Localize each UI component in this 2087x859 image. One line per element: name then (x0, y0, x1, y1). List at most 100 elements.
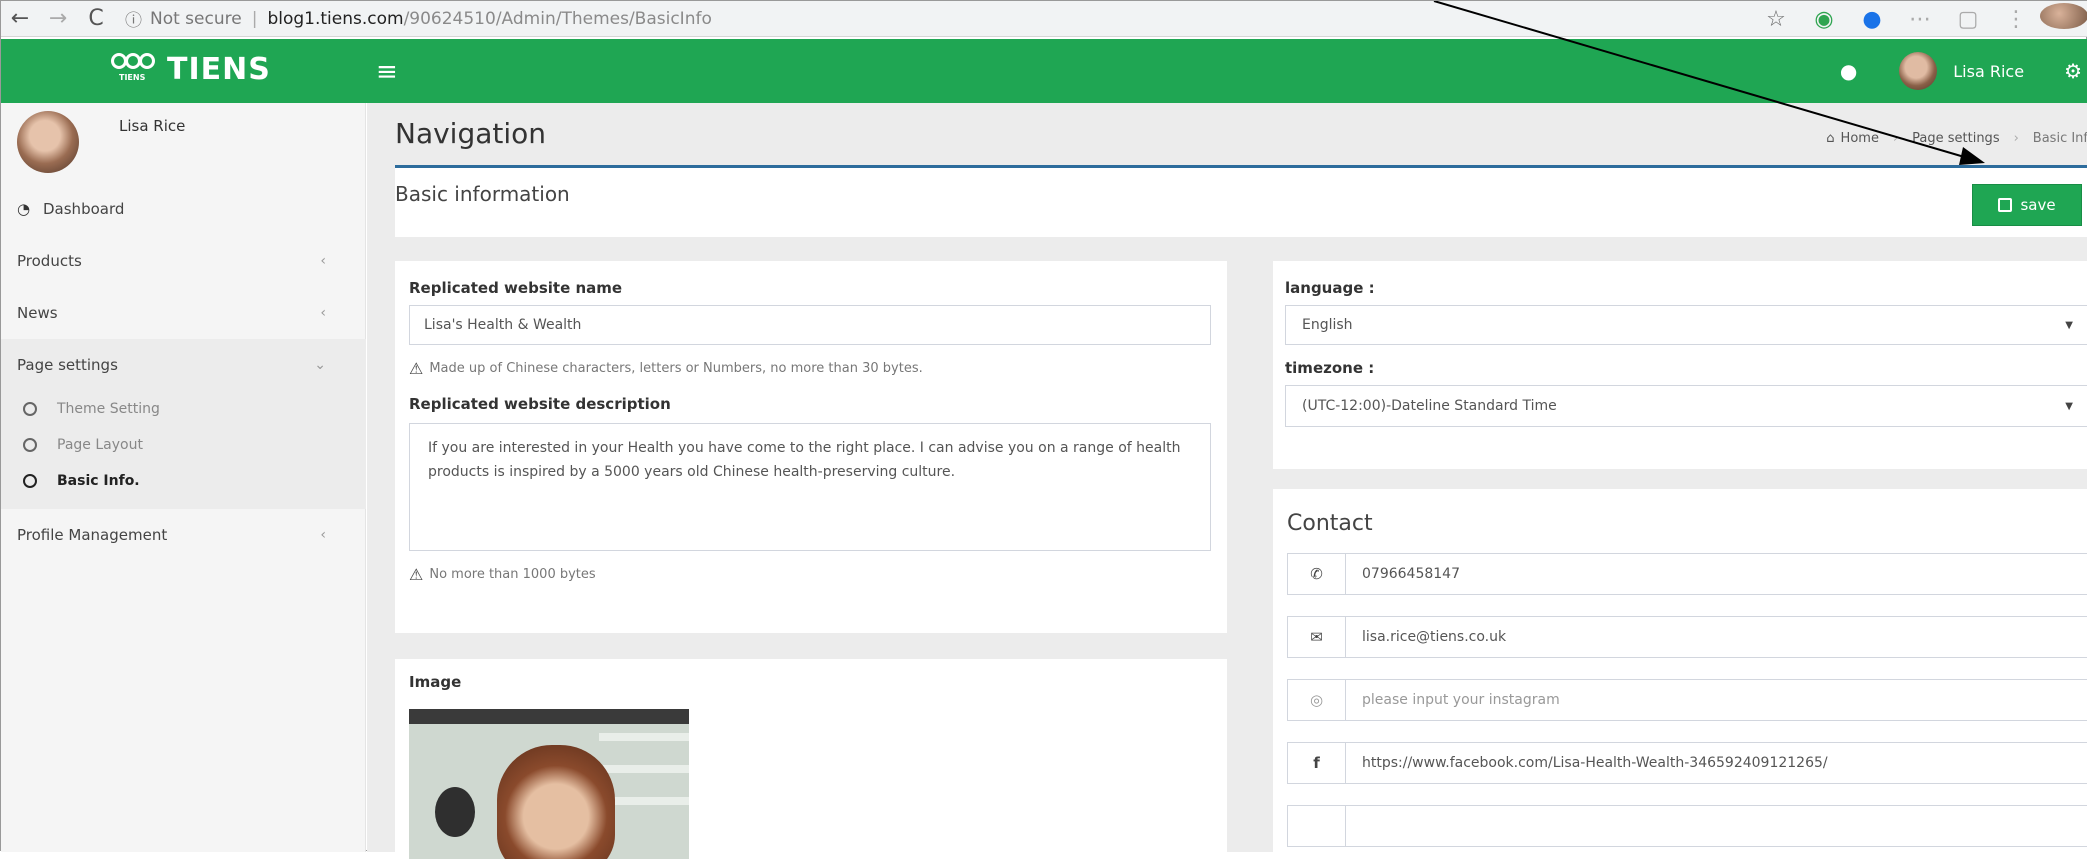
locale-panel: language : English ▼ timezone : (UTC-12:… (1273, 261, 2087, 469)
save-disk-icon (1998, 198, 2013, 212)
language-select[interactable]: English ▼ (1285, 305, 2087, 345)
phone-field[interactable]: ✆ 07966458147 (1287, 553, 2087, 595)
tiens-logo[interactable]: TIENS TIENS (111, 49, 271, 89)
header-avatar[interactable] (1899, 52, 1938, 90)
basic-information-box: Basic information save (395, 165, 2087, 237)
tiens-logo-mark: TIENS (111, 49, 159, 89)
instagram-field[interactable]: ◎ please input your instagram (1287, 679, 2087, 721)
sidebar-user-panel: Lisa Rice (1, 103, 366, 183)
page-settings-submenu: Theme Setting Page Layout Basic Info. (1, 391, 366, 509)
contact-extra-icon (1288, 806, 1346, 846)
circle-icon (23, 402, 37, 416)
image-label: Image (409, 673, 462, 691)
subitem-label: Theme Setting (57, 401, 160, 417)
settings-gear-icon[interactable]: ⚙ (2064, 59, 2082, 83)
site-name-input[interactable]: Lisa's Health & Wealth (409, 305, 1211, 345)
save-button[interactable]: save (1972, 184, 2082, 226)
dashboard-icon: ◔ (17, 200, 31, 218)
contact-panel: Contact ✆ 07966458147 ✉ lisa.rice@tiens.… (1273, 489, 2087, 859)
save-button-label: save (2020, 196, 2056, 214)
notification-icon[interactable]: ● (1840, 59, 1857, 83)
image-panel: Image (395, 659, 1227, 859)
circle-icon (23, 438, 37, 452)
reload-button[interactable]: C (77, 1, 115, 37)
sidebar-item-dashboard[interactable]: ◔ Dashboard (1, 183, 366, 235)
back-arrow-icon: ← (10, 6, 30, 31)
browser-toolbar: ← → C ⓘ Not secure | blog1.tiens.com /90… (1, 1, 2087, 37)
chevron-down-icon: ⌄ (314, 357, 326, 373)
sidebar-item-page-settings[interactable]: Page settings ⌄ (1, 339, 366, 391)
sidebar-item-label: News (17, 304, 58, 322)
circle-icon (23, 474, 37, 488)
timezone-value: (UTC-12:00)-Dateline Standard Time (1302, 398, 1557, 414)
chevron-left-icon: ‹ (320, 527, 326, 543)
contact-title: Contact (1287, 511, 1373, 536)
reload-icon: C (88, 6, 104, 31)
timezone-select[interactable]: (UTC-12:00)-Dateline Standard Time ▼ (1285, 385, 2087, 427)
facebook-field[interactable]: f https://www.facebook.com/Lisa-Health-W… (1287, 742, 2087, 784)
dropdown-caret-icon: ▼ (2065, 400, 2073, 412)
breadcrumb: ⌂ Home › Page settings › Basic Inf (1826, 131, 2087, 146)
forward-button[interactable]: → (39, 1, 77, 37)
warning-icon: ⚠ (409, 565, 424, 584)
site-name-hint: ⚠ Made up of Chinese characters, letters… (409, 359, 923, 378)
sidebar-item-label: Profile Management (17, 526, 168, 544)
language-label: language : (1285, 279, 1375, 297)
description-hint-text: No more than 1000 bytes (429, 567, 596, 582)
profile-avatar[interactable] (2040, 3, 2087, 35)
profile-image[interactable] (409, 709, 689, 859)
sidebar-item-label: Products (17, 252, 82, 270)
forward-arrow-icon: → (48, 6, 68, 31)
bookmark-star-icon[interactable]: ☆ (1752, 7, 1800, 32)
sidebar-subitem-basic-info[interactable]: Basic Info. (1, 463, 366, 499)
breadcrumb-current: Basic Inf (2032, 131, 2087, 146)
sidebar-item-label: Page settings (17, 356, 118, 374)
instagram-icon: ◎ (1288, 680, 1346, 720)
subitem-label: Basic Info. (57, 473, 140, 489)
app-header: TIENS TIENS ≡ ● Lisa Rice ⚙ (1, 39, 2087, 103)
sidebar-toggle-icon[interactable]: ≡ (376, 57, 398, 87)
sidebar-item-products[interactable]: Products ‹ (1, 235, 366, 287)
chevron-left-icon: ‹ (320, 305, 326, 321)
sidebar-subitem-page-layout[interactable]: Page Layout (1, 427, 366, 463)
phone-icon: ✆ (1288, 554, 1346, 594)
contact-field-extra[interactable] (1287, 805, 2087, 847)
logo-text: TIENS (167, 51, 271, 87)
skype-icon[interactable]: ● (1848, 7, 1896, 32)
sidebar-user-name: Lisa Rice (119, 117, 186, 135)
site-name-label: Replicated website name (409, 279, 623, 297)
sidebar-subitem-theme-setting[interactable]: Theme Setting (1, 391, 366, 427)
url-domain: blog1.tiens.com (267, 8, 404, 29)
sidebar-item-profile-management[interactable]: Profile Management ‹ (1, 509, 366, 561)
address-bar[interactable]: ⓘ Not secure | blog1.tiens.com /90624510… (125, 6, 712, 32)
chevron-left-icon: ‹ (320, 253, 326, 269)
home-icon: ⌂ (1826, 131, 1835, 146)
description-label: Replicated website description (409, 395, 671, 413)
language-value: English (1302, 317, 1353, 333)
extension-green-icon[interactable]: ◉ (1800, 7, 1848, 32)
sidebar-menu: ◔ Dashboard Products ‹ News ‹ Page setti… (1, 183, 366, 561)
email-field[interactable]: ✉ lisa.rice@tiens.co.uk (1287, 616, 2087, 658)
back-button[interactable]: ← (1, 1, 39, 37)
description-textarea[interactable]: If you are interested in your Health you… (409, 423, 1211, 551)
sidebar: Lisa Rice ◔ Dashboard Products ‹ News ‹ … (1, 103, 366, 852)
breadcrumb-home[interactable]: Home (1841, 131, 1879, 146)
sidebar-avatar (17, 111, 79, 173)
extension-box-icon[interactable]: ▢ (1944, 7, 1992, 32)
security-label: Not secure (150, 8, 242, 29)
sidebar-item-news[interactable]: News ‹ (1, 287, 366, 339)
warning-icon: ⚠ (409, 359, 424, 378)
breadcrumb-page-settings[interactable]: Page settings (1912, 131, 1999, 146)
extension-gray-icon[interactable]: ⋯ (1896, 7, 1944, 32)
section-title: Basic information (395, 182, 570, 206)
subitem-label: Page Layout (57, 437, 143, 453)
info-icon: ⓘ (125, 11, 142, 31)
browser-extension-icons: ☆ ◉ ● ⋯ ▢ ⋮ (1752, 1, 2087, 37)
envelope-icon: ✉ (1288, 617, 1346, 657)
instagram-placeholder: please input your instagram (1362, 692, 1560, 708)
address-separator: | (251, 8, 258, 29)
facebook-value: https://www.facebook.com/Lisa-Health-Wea… (1362, 755, 1828, 771)
header-user-name[interactable]: Lisa Rice (1953, 62, 2024, 81)
menu-dots-icon[interactable]: ⋮ (1992, 7, 2040, 32)
site-name-hint-text: Made up of Chinese characters, letters o… (429, 361, 923, 376)
